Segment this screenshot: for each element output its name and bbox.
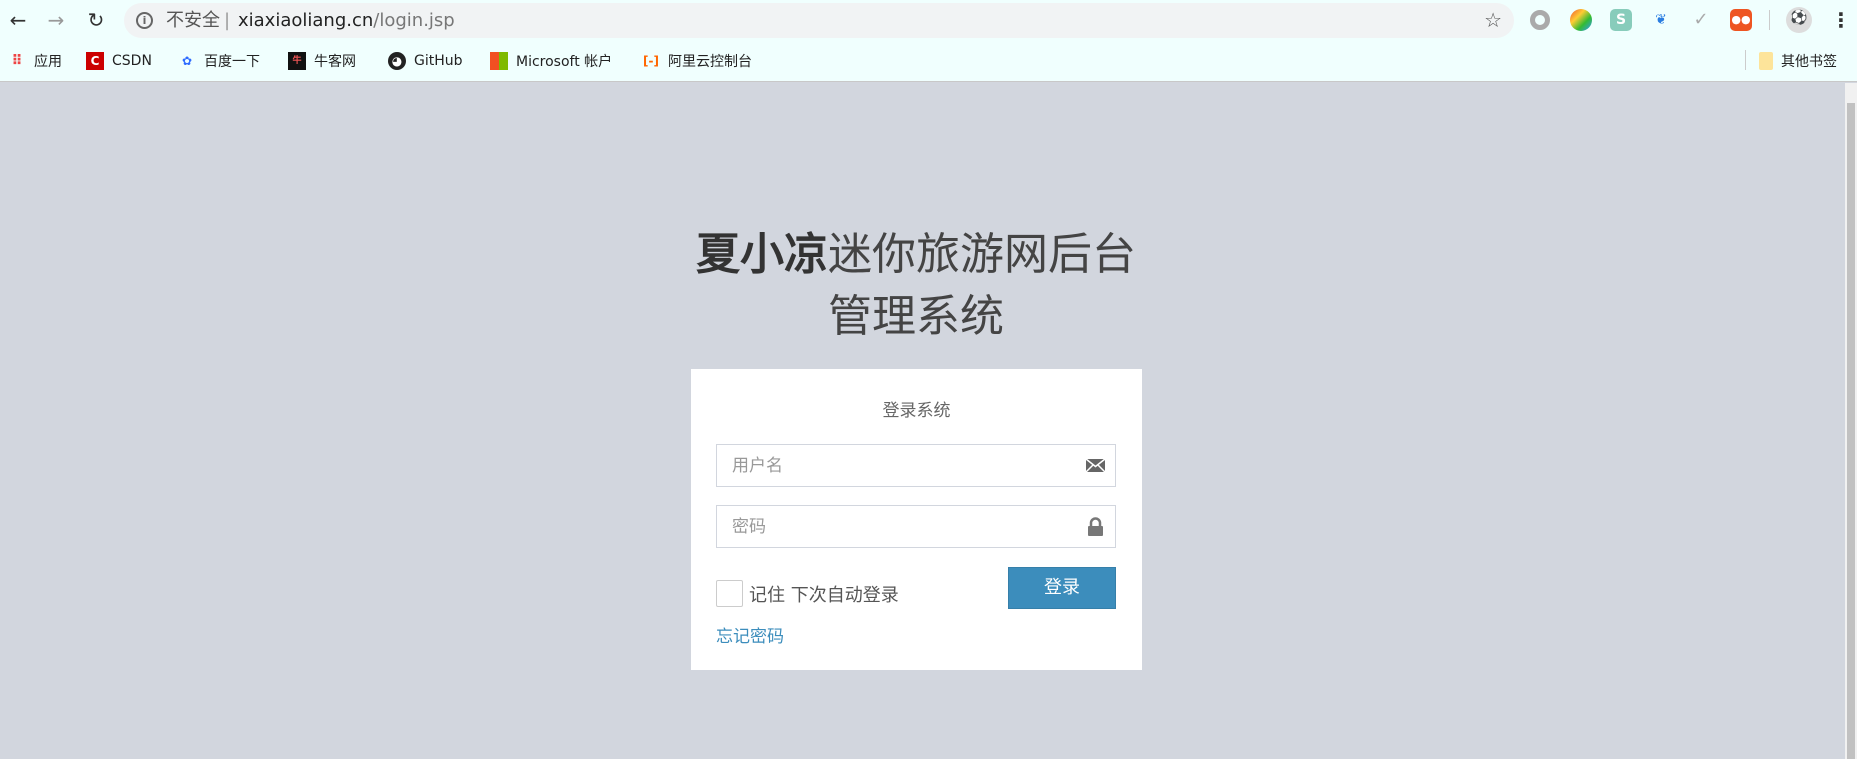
github-icon: ◕ <box>388 52 406 70</box>
scrollbar-thumb[interactable] <box>1847 103 1855 759</box>
menu-kebab-icon[interactable]: ⋮ <box>1830 9 1852 31</box>
title-brand: 夏小凉 <box>696 229 828 280</box>
page-title-line2: 管理系统 <box>828 291 1004 342</box>
bookmark-csdn[interactable]: C CSDN <box>86 50 152 72</box>
page-scrollbar[interactable] <box>1845 83 1857 759</box>
bookmark-github[interactable]: ◕ GitHub <box>388 50 463 72</box>
bookmark-label: GitHub <box>414 53 463 69</box>
toolbar-divider <box>1769 10 1770 30</box>
bookmark-nowcoder[interactable]: 牛牛客网 <box>288 50 356 72</box>
nowcoder-icon: 牛 <box>288 52 306 70</box>
title-rest: 迷你旅游网后台 <box>828 229 1136 280</box>
url-host: xiaxiaoliang.cn <box>238 10 374 31</box>
password-input[interactable] <box>717 506 1057 547</box>
bookmark-label: 应用 <box>34 54 62 70</box>
bookmark-label: 阿里云控制台 <box>668 54 752 70</box>
extension-check-icon[interactable]: ✓ <box>1690 9 1712 31</box>
bookmark-label: 牛客网 <box>314 54 356 70</box>
extension-s-icon[interactable]: S <box>1610 9 1632 31</box>
apps-grid-icon: ⠿ <box>11 53 23 69</box>
extension-idm-icon[interactable] <box>1570 9 1592 31</box>
microsoft-icon <box>490 52 508 70</box>
url-text[interactable]: xiaxiaoliang.cn/login.jsp <box>238 3 455 38</box>
username-input[interactable] <box>717 445 1057 486</box>
page-title-line1: 夏小凉迷你旅游网后台 <box>0 218 1832 282</box>
remember-me-checkbox[interactable] <box>716 580 743 607</box>
browser-toolbar: ← → ↻ i 不安全 | xiaxiaoliang.cn/login.jsp … <box>0 0 1857 41</box>
bookmarks-divider <box>1745 50 1746 70</box>
lock-icon <box>1088 517 1103 536</box>
envelope-icon <box>1086 458 1105 473</box>
bookmark-apps[interactable]: ⠿ 应用 <box>8 50 62 72</box>
csdn-icon: C <box>86 52 104 70</box>
username-field-wrapper <box>716 444 1116 487</box>
bookmark-aliyun[interactable]: [-] 阿里云控制台 <box>642 50 752 72</box>
bookmark-microsoft[interactable]: Microsoft 帐户 <box>490 50 612 72</box>
bookmark-label: Microsoft 帐户 <box>516 54 613 70</box>
password-field-wrapper <box>716 505 1116 548</box>
folder-icon <box>1759 52 1773 70</box>
reload-button[interactable]: ↻ <box>82 6 110 34</box>
extension-leaf-icon[interactable]: ❦ <box>1650 9 1672 31</box>
profile-avatar[interactable]: ⚽ <box>1786 7 1812 33</box>
bookmark-label: 百度一下 <box>204 54 260 70</box>
bookmark-star-icon[interactable]: ☆ <box>1484 3 1502 38</box>
login-button[interactable]: 登录 <box>1008 567 1116 609</box>
bookmarks-bar <box>0 41 1857 82</box>
baidu-paw-icon: ✿ <box>181 54 193 68</box>
bookmark-label: CSDN <box>112 53 152 69</box>
separator: | <box>224 10 231 31</box>
bookmark-label: 其他书签 <box>1781 54 1837 70</box>
back-button[interactable]: ← <box>4 6 32 34</box>
remember-me-label[interactable]: 记住 下次自动登录 <box>749 581 899 607</box>
aliyun-icon: [-] <box>643 54 659 68</box>
insecure-label: 不安全 <box>166 10 220 31</box>
extension-circle-icon[interactable] <box>1530 10 1550 30</box>
bookmark-baidu[interactable]: ✿ 百度一下 <box>178 50 260 72</box>
forgot-password-link[interactable]: 忘记密码 <box>716 622 784 647</box>
bookmark-other[interactable]: 其他书签 <box>1759 50 1837 72</box>
extension-red-icon[interactable]: ●● <box>1730 9 1752 31</box>
url-path: /login.jsp <box>373 10 455 31</box>
info-icon[interactable]: i <box>136 12 153 29</box>
address-bar[interactable]: i 不安全 | xiaxiaoliang.cn/login.jsp ☆ <box>124 3 1514 38</box>
forward-button[interactable]: → <box>42 6 70 34</box>
login-heading: 登录系统 <box>882 401 951 421</box>
login-box: 登录系统 记住 下次自动登录 登录 忘记密码 <box>691 369 1142 670</box>
